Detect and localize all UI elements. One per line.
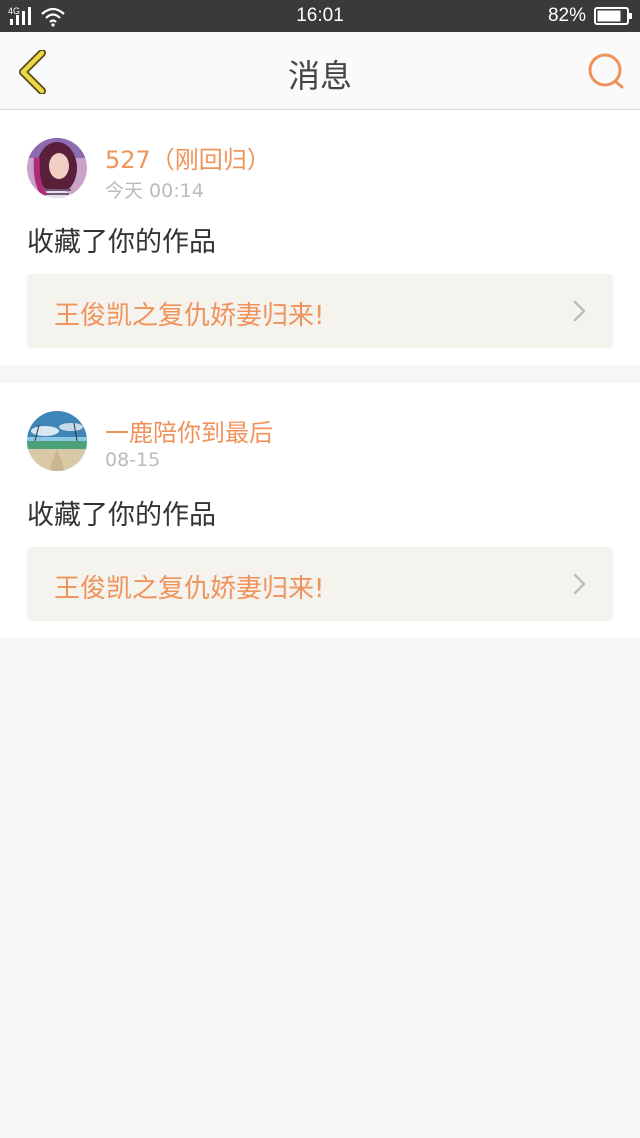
- status-bar: 4G 16:01 82%: [0, 0, 640, 32]
- message-text: 收藏了你的作品: [27, 227, 216, 258]
- work-link[interactable]: 王俊凯之复仇娇妻归来!: [27, 547, 613, 621]
- battery-percent: 82%: [547, 5, 586, 26]
- search-icon[interactable]: [586, 52, 626, 90]
- battery-icon: [594, 7, 632, 25]
- chevron-right-icon: [573, 300, 586, 322]
- message-time: 今天 00:14: [105, 180, 204, 202]
- message-card: 527（刚回归） 今天 00:14 收藏了你的作品 王俊凯之复仇娇妻归来!: [0, 110, 640, 365]
- work-link[interactable]: 王俊凯之复仇娇妻归来!: [27, 274, 613, 348]
- status-time: 16:01: [296, 5, 344, 26]
- work-title: 王俊凯之复仇娇妻归来!: [54, 574, 325, 604]
- user-name[interactable]: 一鹿陪你到最后: [105, 413, 273, 448]
- avatar[interactable]: [27, 138, 87, 198]
- nav-bar: 消息: [0, 32, 640, 110]
- message-time: 08-15: [105, 449, 161, 471]
- work-title: 王俊凯之复仇娇妻归来!: [54, 301, 325, 331]
- avatar[interactable]: [27, 411, 87, 471]
- chevron-right-icon: [573, 573, 586, 595]
- page-title: 消息: [287, 57, 352, 95]
- user-name[interactable]: 527（刚回归）: [105, 140, 271, 175]
- message-card: 一鹿陪你到最后 08-15 收藏了你的作品 王俊凯之复仇娇妻归来!: [0, 383, 640, 638]
- message-text: 收藏了你的作品: [27, 500, 216, 531]
